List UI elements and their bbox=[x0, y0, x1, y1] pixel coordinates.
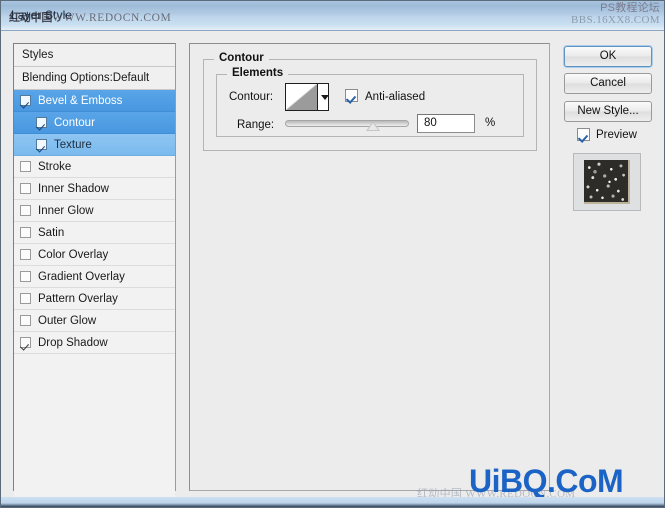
styles-list: Bevel & Emboss Contour Texture Stroke Inner … bbox=[14, 90, 175, 354]
styles-panel-header: Styles bbox=[14, 44, 175, 67]
style-row-inner-shadow[interactable]: Inner Shadow bbox=[14, 178, 175, 200]
style-checkbox[interactable] bbox=[20, 227, 31, 238]
style-row-bevel-emboss[interactable]: Bevel & Emboss bbox=[14, 90, 175, 112]
style-checkbox[interactable] bbox=[20, 95, 31, 106]
style-checkbox[interactable] bbox=[20, 315, 31, 326]
style-row-color-overlay[interactable]: Color Overlay bbox=[14, 244, 175, 266]
style-checkbox[interactable] bbox=[20, 205, 31, 216]
ok-button[interactable]: OK bbox=[564, 46, 652, 67]
style-row-contour[interactable]: Contour bbox=[14, 112, 175, 134]
style-row-label: Satin bbox=[38, 226, 65, 239]
preview-checkbox[interactable] bbox=[577, 128, 590, 141]
style-row-drop-shadow[interactable]: Drop Shadow bbox=[14, 332, 175, 354]
style-checkbox[interactable] bbox=[20, 249, 31, 260]
style-row-label: Drop Shadow bbox=[38, 336, 108, 349]
style-checkbox[interactable] bbox=[20, 183, 31, 194]
watermark-title-cn: 红动中国 bbox=[9, 12, 53, 24]
style-row-outer-glow[interactable]: Outer Glow bbox=[14, 310, 175, 332]
preview-thumbnail-image bbox=[584, 160, 630, 204]
style-checkbox[interactable] bbox=[36, 139, 47, 150]
range-value-input[interactable]: 80 bbox=[417, 114, 475, 133]
style-row-label: Inner Shadow bbox=[38, 182, 109, 195]
style-row-stroke[interactable]: Stroke bbox=[14, 156, 175, 178]
cancel-button[interactable]: Cancel bbox=[564, 73, 652, 94]
watermark-title-left: 红动中国WWW.REDOCN.COM bbox=[9, 9, 171, 25]
watermark-topright-line1: PS教程论坛 bbox=[600, 2, 660, 14]
style-row-gradient-overlay[interactable]: Gradient Overlay bbox=[14, 266, 175, 288]
contour-group: Contour Elements Contour: Anti-aliased R… bbox=[203, 52, 537, 151]
style-checkbox[interactable] bbox=[20, 337, 31, 348]
watermark-topright: PS教程论坛 BBS.16XX8.COM bbox=[571, 2, 660, 26]
preview-thumbnail-frame bbox=[573, 153, 641, 211]
style-checkbox[interactable] bbox=[36, 117, 47, 128]
range-slider-thumb[interactable] bbox=[365, 121, 380, 131]
styles-panel: Styles Blending Options:Default Bevel & … bbox=[13, 43, 176, 507]
contour-group-title: Contour bbox=[214, 52, 269, 64]
contour-preset-picker[interactable] bbox=[285, 83, 330, 111]
style-row-label: Color Overlay bbox=[38, 248, 109, 261]
style-checkbox[interactable] bbox=[20, 293, 31, 304]
blending-options-row[interactable]: Blending Options:Default bbox=[14, 67, 175, 90]
anti-aliased-label: Anti-aliased bbox=[365, 91, 426, 103]
watermark-bottom-big: UiBQ.CoM bbox=[469, 463, 624, 499]
style-row-label: Bevel & Emboss bbox=[38, 94, 123, 107]
range-label: Range: bbox=[237, 119, 275, 131]
contour-field-label: Contour: bbox=[229, 91, 274, 103]
anti-aliased-checkbox[interactable] bbox=[345, 89, 358, 102]
style-row-label: Pattern Overlay bbox=[38, 292, 118, 305]
preview-label: Preview bbox=[596, 128, 637, 141]
style-checkbox[interactable] bbox=[20, 161, 31, 172]
style-row-label: Inner Glow bbox=[38, 204, 94, 217]
layer-style-dialog: Layer Style 红动中国WWW.REDOCN.COM PS教程论坛 BB… bbox=[0, 0, 665, 508]
range-slider-track[interactable] bbox=[285, 120, 409, 131]
chevron-down-icon[interactable] bbox=[316, 84, 330, 110]
preview-toggle[interactable]: Preview bbox=[577, 128, 637, 141]
range-unit-label: % bbox=[485, 117, 496, 129]
title-bar[interactable]: Layer Style 红动中国WWW.REDOCN.COM PS教程论坛 BB… bbox=[1, 1, 664, 31]
glitter-texture bbox=[584, 160, 628, 202]
new-style-button[interactable]: New Style... bbox=[564, 101, 652, 122]
style-row-label: Gradient Overlay bbox=[38, 270, 125, 283]
style-row-label: Contour bbox=[54, 116, 95, 129]
elements-group-title: Elements bbox=[227, 67, 289, 79]
style-row-texture[interactable]: Texture bbox=[14, 134, 175, 156]
elements-group: Elements Contour: Anti-aliased Range: 80… bbox=[216, 67, 524, 137]
watermark-topright-line2: BBS.16XX8.COM bbox=[571, 14, 660, 26]
style-row-inner-glow[interactable]: Inner Glow bbox=[14, 200, 175, 222]
watermark-title-url: WWW.REDOCN.COM bbox=[52, 12, 172, 24]
style-row-label: Outer Glow bbox=[38, 314, 97, 327]
style-row-satin[interactable]: Satin bbox=[14, 222, 175, 244]
content-panel: Contour Elements Contour: Anti-aliased R… bbox=[189, 43, 550, 491]
styles-list-empty-area bbox=[14, 354, 175, 507]
style-row-label: Stroke bbox=[38, 160, 72, 173]
style-row-pattern-overlay[interactable]: Pattern Overlay bbox=[14, 288, 175, 310]
style-row-label: Texture bbox=[54, 138, 92, 151]
contour-curve-thumbnail bbox=[286, 84, 317, 110]
window-bottom-edge bbox=[1, 497, 664, 507]
style-checkbox[interactable] bbox=[20, 271, 31, 282]
